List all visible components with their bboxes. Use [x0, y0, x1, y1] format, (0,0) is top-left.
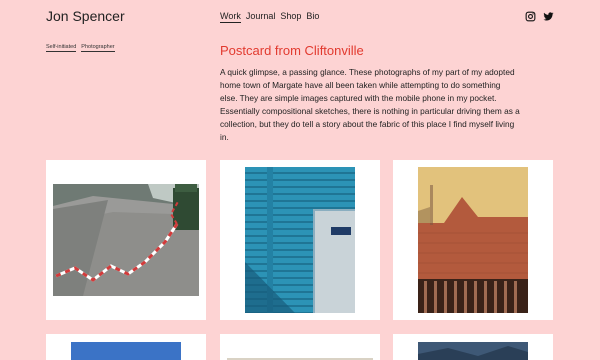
photo-brick-wall-fence: [418, 167, 528, 313]
gallery-card[interactable]: [393, 334, 553, 360]
nav-shop[interactable]: Shop: [280, 11, 301, 23]
gallery-card[interactable]: [220, 334, 380, 360]
post-title: Postcard from Cliftonville: [220, 43, 364, 58]
main-nav: Work Journal Shop Bio: [220, 11, 319, 23]
twitter-icon[interactable]: [543, 11, 554, 22]
gallery-card[interactable]: [220, 160, 380, 320]
social-links: [525, 11, 554, 22]
photo-blue-shutter: [245, 167, 355, 313]
post-body: A quick glimpse, a passing glance. These…: [220, 67, 520, 142]
nav-bio[interactable]: Bio: [306, 11, 319, 23]
photo-sky: [71, 342, 181, 360]
tag-self-initiated[interactable]: Self-initiated: [46, 44, 77, 52]
nav-work[interactable]: Work: [220, 11, 241, 23]
photo-dark-sky: [418, 342, 528, 360]
tag-photographer[interactable]: Photographer: [81, 44, 115, 52]
nav-journal[interactable]: Journal: [246, 11, 276, 23]
site-title[interactable]: Jon Spencer: [46, 8, 125, 24]
photo-street-tape: [53, 184, 199, 296]
gallery-card[interactable]: [393, 160, 553, 320]
gallery-card[interactable]: [46, 160, 206, 320]
post-tags: Self-initiated Photographer: [46, 44, 115, 52]
instagram-icon[interactable]: [525, 11, 536, 22]
gallery-card[interactable]: [46, 334, 206, 360]
